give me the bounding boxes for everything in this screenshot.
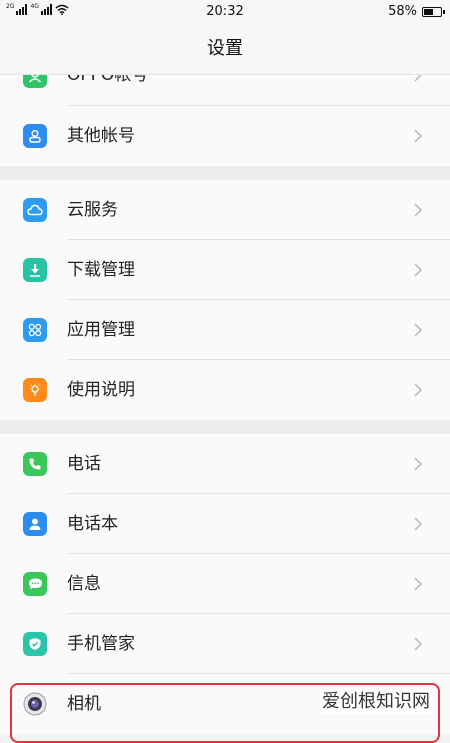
settings-item-phone[interactable]: 电话 (0, 434, 450, 494)
status-bar: 2G 4G 20:32 58% (0, 0, 450, 24)
watermark: 爱创根知识网 (320, 690, 432, 714)
settings-item-contacts[interactable]: 电话本 (0, 494, 450, 554)
settings-item-label: 应用管理 (67, 320, 135, 340)
clock: 20:32 (206, 4, 244, 19)
cloud-icon (23, 198, 47, 222)
group-separator (0, 166, 450, 180)
chevron-right-icon (414, 637, 422, 651)
settings-item-oppo-account[interactable]: OPPO帐号 (0, 75, 450, 106)
camera-icon (23, 692, 47, 716)
page-title: 设置 (0, 24, 450, 75)
chevron-right-icon (414, 75, 422, 82)
apps-icon (23, 318, 47, 342)
settings-item-messages[interactable]: 信息 (0, 554, 450, 614)
settings-item-label: 电话本 (67, 514, 118, 534)
chevron-right-icon (414, 517, 422, 531)
settings-item-label: 电话 (67, 454, 101, 474)
contacts-icon (23, 512, 47, 536)
settings-item-download-manager[interactable]: 下载管理 (0, 240, 450, 300)
lightbulb-icon (23, 378, 47, 402)
message-icon (23, 572, 47, 596)
person-icon (23, 124, 47, 148)
chevron-right-icon (414, 203, 422, 217)
settings-item-cloud[interactable]: 云服务 (0, 180, 450, 240)
battery-status: 58% (388, 4, 445, 19)
settings-item-app-manager[interactable]: 应用管理 (0, 300, 450, 360)
chevron-right-icon (414, 577, 422, 591)
settings-item-label: 信息 (67, 574, 101, 594)
battery-icon (422, 6, 445, 17)
settings-item-user-guide[interactable]: 使用说明 (0, 360, 450, 420)
chevron-right-icon (414, 383, 422, 397)
settings-item-label: 其他帐号 (67, 126, 135, 146)
settings-group-services: 云服务 下载管理 应用管理 使用说明 (0, 180, 450, 420)
settings-item-label: 手机管家 (67, 634, 135, 654)
account-icon (23, 75, 47, 88)
chevron-right-icon (414, 129, 422, 143)
settings-item-label: 使用说明 (67, 380, 135, 400)
chevron-right-icon (414, 263, 422, 277)
settings-item-label: OPPO帐号 (67, 75, 149, 85)
chevron-right-icon (414, 323, 422, 337)
settings-item-phone-manager[interactable]: 手机管家 (0, 614, 450, 674)
battery-percent: 58% (388, 4, 417, 19)
group-separator (0, 420, 450, 434)
shield-icon (23, 632, 47, 656)
settings-item-label: 相机 (67, 694, 101, 714)
settings-list: OPPO帐号 其他帐号 云服务 下载管理 应用管理 使用说明 电话 电话本 信息… (0, 75, 450, 734)
phone-icon (23, 452, 47, 476)
chevron-right-icon (414, 457, 422, 471)
settings-item-label: 下载管理 (67, 260, 135, 280)
settings-item-other-accounts[interactable]: 其他帐号 (0, 106, 450, 166)
download-icon (23, 258, 47, 282)
settings-group-apps: 电话 电话本 信息 手机管家 相机 (0, 434, 450, 734)
settings-item-label: 云服务 (67, 200, 118, 220)
settings-group-accounts: OPPO帐号 其他帐号 (0, 75, 450, 166)
